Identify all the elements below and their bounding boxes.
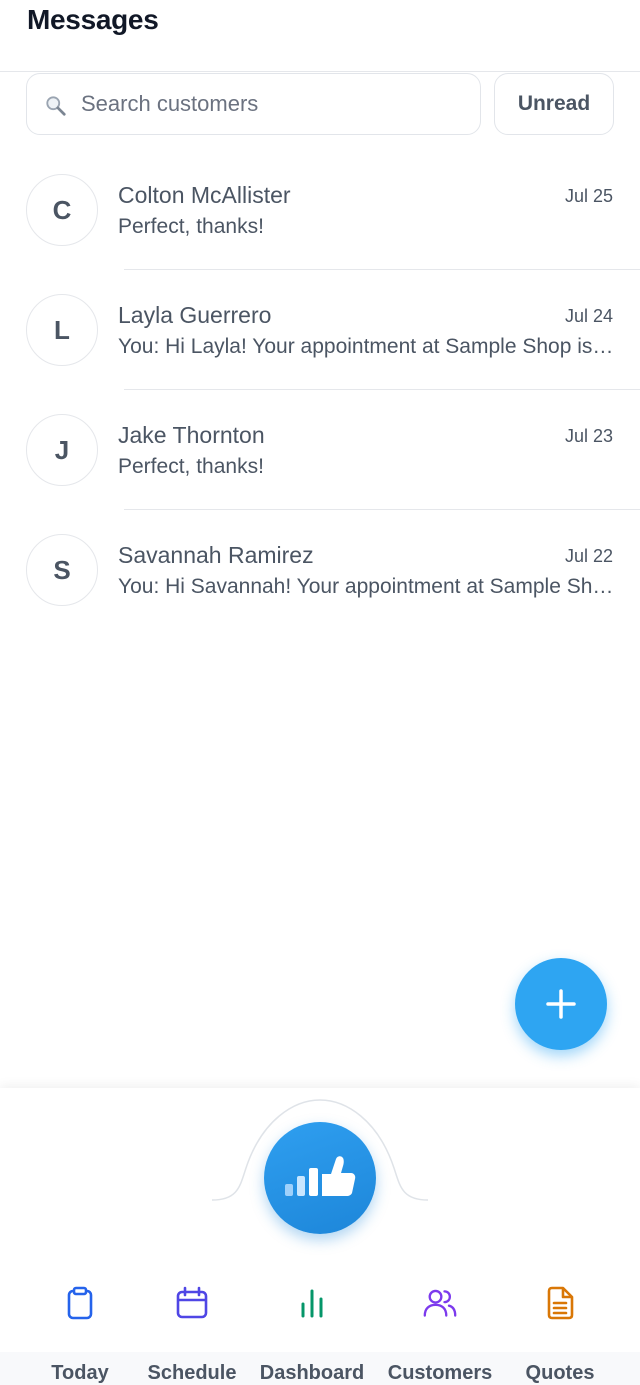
tab-dashboard[interactable]: Dashboard	[256, 1280, 368, 1385]
conversation-item[interactable]: L Layla Guerrero Jul 24 You: Hi Layla! Y…	[0, 270, 640, 390]
avatar: L	[26, 294, 98, 366]
conversation-date: Jul 24	[564, 306, 613, 326]
tab-label: Customers	[387, 1362, 493, 1384]
conversation-date: Jul 25	[564, 186, 613, 206]
conversation-list: C Colton McAllister Jul 25 Perfect, than…	[0, 150, 640, 630]
tab-quotes[interactable]: Quotes	[508, 1280, 612, 1385]
document-icon	[543, 1286, 577, 1320]
tab-label: Quotes	[525, 1362, 595, 1384]
avatar: S	[26, 534, 98, 606]
tab-label: Schedule	[147, 1362, 237, 1384]
conversation-date: Jul 22	[564, 546, 613, 566]
tab-label: Today	[51, 1362, 109, 1384]
search-icon	[46, 96, 66, 116]
conversation-preview: You: Hi Savannah! Your appointment at Sa…	[118, 575, 616, 598]
search-box[interactable]	[26, 73, 481, 135]
page-title: Messages	[27, 4, 159, 35]
plus-icon	[546, 989, 576, 1019]
clipboard-icon	[63, 1286, 97, 1320]
tab-schedule[interactable]: Schedule	[140, 1280, 244, 1385]
conversation-name: Jake Thornton	[118, 422, 265, 448]
bar-chart-icon	[295, 1286, 329, 1320]
header: Messages	[0, 0, 640, 72]
center-action-button[interactable]	[264, 1122, 376, 1234]
tab-today[interactable]: Today	[28, 1280, 132, 1385]
conversation-name: Savannah Ramirez	[118, 542, 314, 568]
new-message-button[interactable]	[515, 958, 607, 1050]
calendar-icon	[175, 1286, 209, 1320]
avatar: J	[26, 414, 98, 486]
unread-filter-button[interactable]: Unread	[494, 73, 614, 135]
users-icon	[423, 1286, 457, 1320]
conversation-name: Layla Guerrero	[118, 302, 272, 328]
conversation-name: Colton McAllister	[118, 182, 291, 208]
conversation-item[interactable]: C Colton McAllister Jul 25 Perfect, than…	[0, 150, 640, 270]
conversation-preview: Perfect, thanks!	[118, 215, 264, 238]
search-input[interactable]	[81, 74, 471, 133]
conversation-item[interactable]: S Savannah Ramirez Jul 22 You: Hi Savann…	[0, 510, 640, 630]
conversation-preview: Perfect, thanks!	[118, 455, 264, 478]
thumbs-up-chart-icon	[285, 1156, 356, 1196]
avatar: C	[26, 174, 98, 246]
conversation-preview: You: Hi Layla! Your appointment at Sampl…	[118, 335, 616, 358]
conversation-item[interactable]: J Jake Thornton Jul 23 Perfect, thanks!	[0, 390, 640, 510]
tab-label: Dashboard	[259, 1362, 365, 1384]
conversation-date: Jul 23	[564, 426, 613, 446]
tab-customers[interactable]: Customers	[384, 1280, 496, 1385]
